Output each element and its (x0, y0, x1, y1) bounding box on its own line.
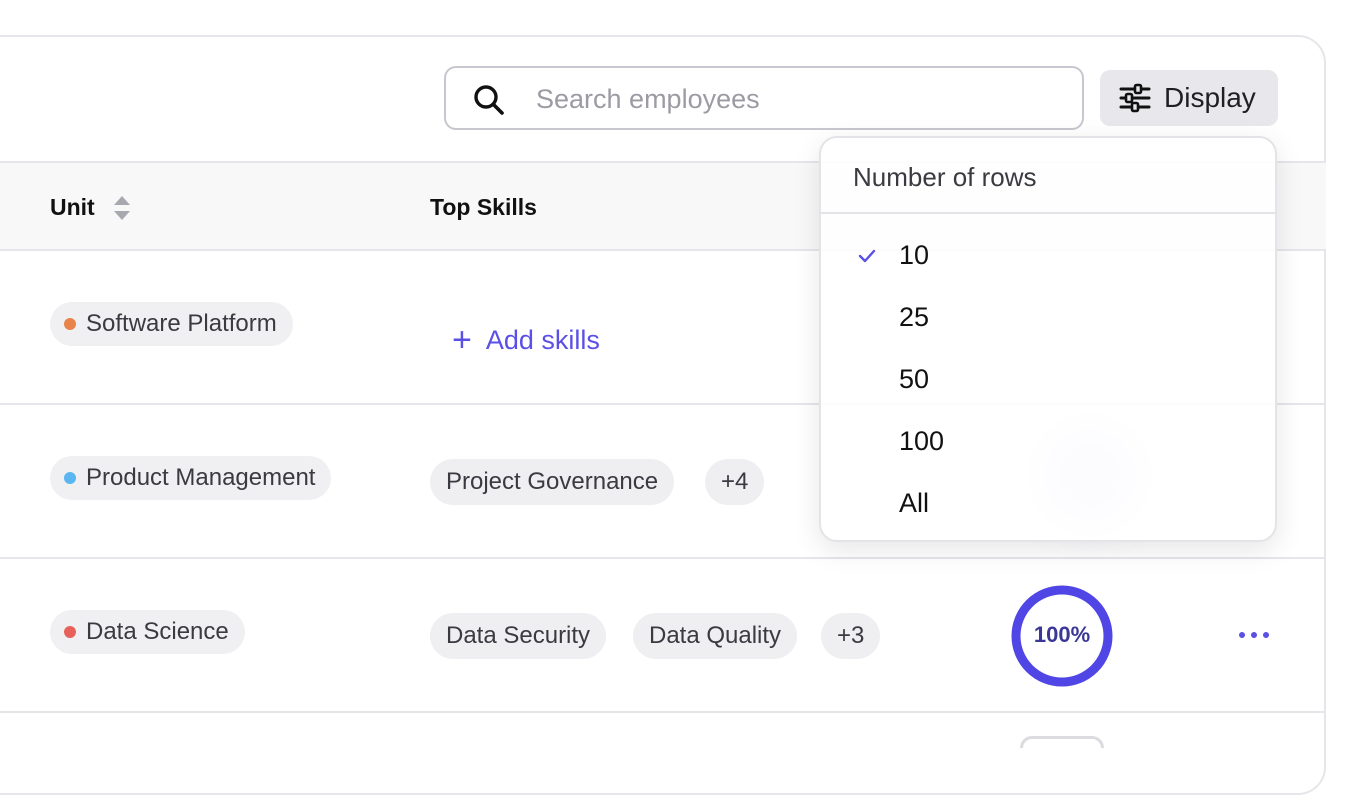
unit-color-dot (64, 318, 76, 330)
menu-item-label: 50 (899, 364, 930, 394)
menu-item-all[interactable]: All (821, 474, 1275, 536)
display-button[interactable]: Display (1100, 70, 1278, 126)
unit-color-dot (64, 472, 76, 484)
menu-item-10[interactable]: 10 (821, 226, 1275, 288)
column-header-unit[interactable]: Unit (50, 194, 95, 221)
menu-item-label: 25 (899, 302, 930, 332)
menu-item-label: 10 (899, 240, 930, 270)
search-icon (474, 85, 504, 115)
sliders-icon (1119, 83, 1151, 113)
more-skills-badge[interactable]: +4 (705, 459, 765, 505)
sort-icon[interactable] (112, 194, 132, 222)
unit-badge: Data Science (50, 610, 245, 654)
unit-color-dot (64, 626, 76, 638)
check-icon (858, 249, 876, 263)
skill-tag: Data Security (430, 613, 607, 659)
unit-label: Data Science (86, 618, 229, 645)
rows-per-page-menu: Number of rows 10 25 50 100 All (819, 136, 1277, 542)
plus-icon: + (452, 321, 472, 359)
completion-label: 100% (1033, 622, 1091, 647)
more-actions-icon[interactable] (1236, 623, 1272, 647)
menu-item-100[interactable]: 100 (821, 412, 1275, 474)
search-input[interactable] (534, 76, 1068, 122)
skill-tag: Data Quality (633, 613, 798, 659)
search-box[interactable] (444, 66, 1084, 130)
skill-tag: Project Governance (430, 459, 675, 505)
add-skills-label: Add skills (485, 324, 600, 355)
unit-badge: Software Platform (50, 302, 293, 346)
menu-title: Number of rows (853, 162, 1037, 192)
menu-item-50[interactable]: 50 (821, 350, 1275, 412)
more-skills-badge[interactable]: +3 (821, 613, 881, 659)
partial-progress-ring (1020, 736, 1104, 748)
menu-divider (821, 212, 1275, 214)
display-button-label: Display (1164, 82, 1256, 113)
table-row[interactable]: Data Science Data Security Data Quality … (0, 559, 1326, 713)
unit-badge: Product Management (50, 456, 332, 500)
column-header-top-skills: Top Skills (430, 194, 537, 220)
unit-label: Software Platform (86, 310, 277, 337)
menu-item-label: 100 (899, 426, 945, 456)
menu-item-label: All (899, 488, 930, 518)
unit-label: Product Management (86, 464, 316, 491)
menu-item-25[interactable]: 25 (821, 288, 1275, 350)
add-skills-button[interactable]: + Add skills (452, 323, 600, 357)
